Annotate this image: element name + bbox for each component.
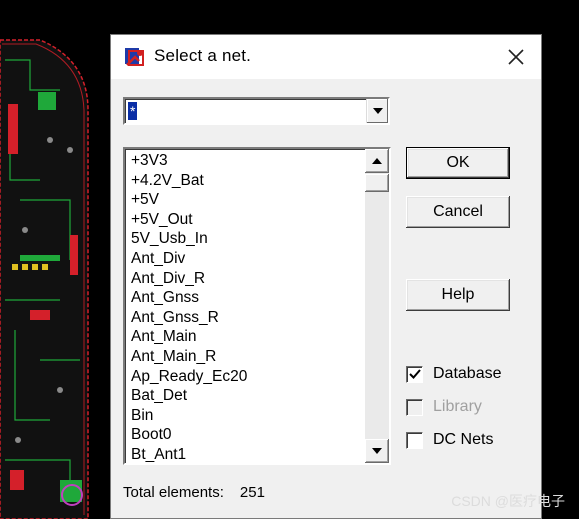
scroll-thumb[interactable] (365, 174, 389, 192)
help-button[interactable]: Help (406, 279, 510, 311)
ok-button[interactable]: OK (406, 147, 510, 179)
checkmark-icon (408, 369, 421, 379)
dc-nets-checkbox[interactable]: DC Nets (406, 429, 493, 451)
scroll-up-button[interactable] (365, 149, 389, 173)
net-list-item[interactable]: Ant_Gnss_R (131, 308, 365, 328)
net-list-item[interactable]: +4.2V_Bat (131, 171, 365, 191)
list-scrollbar[interactable] (365, 149, 389, 463)
net-list-item[interactable]: +3V3 (131, 151, 365, 171)
net-filter-value[interactable]: * (128, 102, 138, 120)
net-list-item[interactable]: Ant_Div (131, 249, 365, 269)
library-label: Library (433, 398, 482, 415)
scroll-down-button[interactable] (365, 439, 389, 463)
cancel-button[interactable]: Cancel (406, 196, 510, 228)
database-checkbox[interactable]: Database (406, 363, 502, 385)
arrow-down-icon (372, 448, 382, 454)
net-list-item[interactable]: Ap_Ready_Ec20 (131, 367, 365, 387)
dc-nets-label: DC Nets (433, 431, 494, 448)
title-bar: Select a net. (111, 35, 541, 79)
net-list-items: +3V3 +4.2V_Bat +5V +5V_Out 5V_Usb_In Ant_Div A… (131, 151, 365, 463)
library-checkbox-box[interactable] (406, 398, 423, 416)
close-button[interactable] (499, 41, 533, 73)
library-checkbox[interactable]: Library (406, 396, 482, 418)
net-list-item[interactable]: +5V_Out (131, 210, 365, 230)
dropdown-arrow-icon (372, 108, 383, 114)
dc-nets-checkbox-box[interactable] (406, 431, 423, 449)
app-icon (125, 48, 144, 66)
total-elements-count: 251 (239, 484, 265, 501)
close-icon (508, 49, 524, 65)
dialog-title: Select a net. (154, 46, 252, 65)
net-list-item[interactable]: Ant_Main_R (131, 347, 365, 367)
net-listbox[interactable]: +3V3 +4.2V_Bat +5V +5V_Out 5V_Usb_In Ant_Div A… (123, 147, 391, 465)
total-elements: Total elements: 251 (123, 484, 265, 501)
select-net-dialog: Select a net. * +3V3 +4.2V_Bat +5V +5V_Out 5… (110, 34, 542, 519)
watermark: CSDN @医疗电子 (451, 493, 565, 509)
net-list-item[interactable]: Ant_Gnss (131, 288, 365, 308)
net-list-item[interactable]: Ant_Div_R (131, 269, 365, 289)
database-label: Database (433, 365, 502, 382)
database-checkbox-box[interactable] (406, 365, 423, 383)
total-elements-label: Total elements: (123, 484, 224, 501)
net-filter-combobox[interactable]: * (123, 97, 390, 125)
net-list-item[interactable]: Bat_Det (131, 386, 365, 406)
net-list-item[interactable]: Bt_Ant1 (131, 445, 365, 463)
arrow-up-icon (372, 158, 382, 164)
net-list-item[interactable]: +5V (131, 190, 365, 210)
combo-dropdown-button[interactable] (366, 99, 388, 123)
net-list-item[interactable]: Bin (131, 406, 365, 426)
net-list-item[interactable]: Boot0 (131, 425, 365, 445)
net-list-item[interactable]: Ant_Main (131, 327, 365, 347)
net-list-item[interactable]: 5V_Usb_In (131, 229, 365, 249)
